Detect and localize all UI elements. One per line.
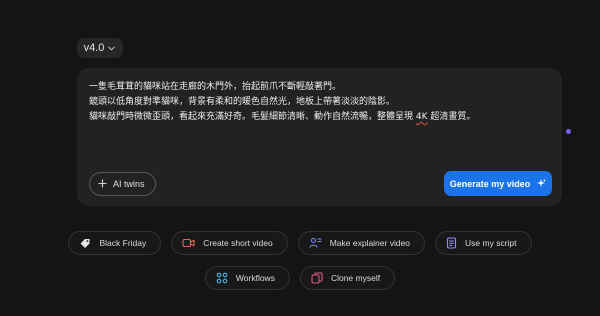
prompt-line-2: 鏡頭以低角度對準貓咪，背景有柔和的暖色自然光，地板上帶著淡淡的陰影。 [89, 97, 396, 107]
chip-workflows[interactable]: Workflows [204, 266, 290, 290]
spellcheck-marked-word: 4K [415, 112, 428, 122]
sparkle-icon [536, 178, 547, 190]
chip-label: Black Friday [99, 238, 147, 248]
prompt-textarea[interactable]: 一隻毛茸茸的貓咪站在走廊的木門外，抬起前爪不斷輕敲著門。 鏡頭以低角度對準貓咪，… [89, 80, 549, 125]
ai-twins-label: AI twins [113, 179, 145, 189]
chip-label: Create short video [203, 238, 273, 248]
chip-create-short-video[interactable]: Create short video [171, 231, 288, 255]
prompt-line-3-tail: 超清畫質。 [427, 112, 476, 122]
chip-make-explainer-video[interactable]: Make explainer video [297, 231, 426, 255]
video-camera-icon [182, 237, 195, 249]
chip-black-friday[interactable]: Black Friday [68, 231, 162, 255]
prompt-composer: 一隻毛茸茸的貓咪站在走廊的木門外，抬起前爪不斷輕敲著門。 鏡頭以低角度對準貓咪，… [77, 68, 571, 206]
chip-use-my-script[interactable]: Use my script [435, 231, 532, 255]
suggestions-row-1: Black Friday Create short video Make exp… [0, 231, 600, 255]
prompt-line-3-text: 貓咪敲門時微微歪頭，看起來充滿好奇。毛髮細節清晰、動作自然流暢，整體呈現 [89, 112, 416, 122]
generate-video-button[interactable]: Generate my video [444, 171, 552, 196]
chip-label: Make explainer video [329, 238, 411, 248]
chevron-down-icon [107, 44, 116, 53]
tag-icon [79, 237, 91, 249]
chip-label: Use my script [465, 238, 517, 248]
version-selector[interactable]: v4.0 [77, 38, 123, 58]
chip-label: Clone myself [330, 273, 381, 283]
document-icon [446, 237, 457, 249]
generate-label: Generate my video [449, 178, 531, 189]
prompt-line-3: 貓咪敲門時微微歪頭，看起來充滿好奇。毛髮細節清晰、動作自然流暢，整體呈現 4K … [89, 110, 549, 125]
version-label: v4.0 [83, 42, 105, 54]
plus-icon [98, 178, 107, 190]
suggestions-row-2: Workflows Clone myself [0, 266, 600, 290]
prompt-line-1: 一隻毛茸茸的貓咪站在走廊的木門外，抬起前爪不斷輕敲著門。 [89, 82, 342, 92]
workflow-icon [216, 272, 228, 284]
chip-clone-myself[interactable]: Clone myself [299, 266, 396, 290]
cursor-dot [566, 129, 571, 134]
page: { "version": { "label": "v4.0", "icon": … [0, 0, 600, 316]
ai-twins-button[interactable]: AI twins [89, 172, 156, 196]
clone-icon [311, 272, 323, 284]
chip-label: Workflows [235, 273, 275, 283]
presenter-icon [309, 237, 322, 249]
